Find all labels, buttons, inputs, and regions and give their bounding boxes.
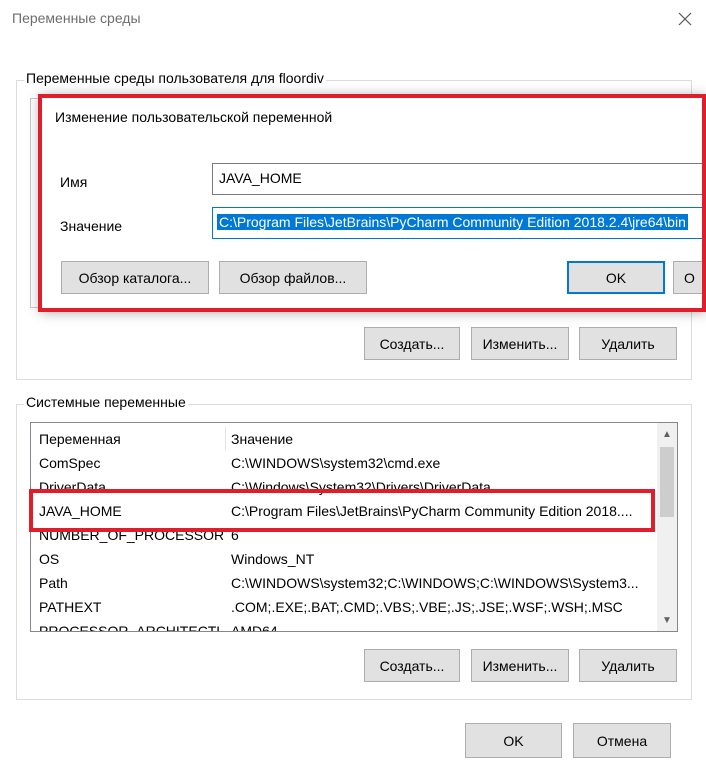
title-bar: Переменные среды (0, 0, 706, 40)
table-row[interactable]: ComSpec C:\WINDOWS\system32\cmd.exe (31, 451, 653, 475)
system-delete-button[interactable]: Удалить (579, 649, 677, 682)
ok-button[interactable]: OK (465, 723, 562, 758)
row-value: Windows_NT (231, 551, 315, 567)
row-name: PROCESSOR_ARCHITECTU... (39, 623, 223, 632)
close-icon[interactable] (672, 6, 698, 32)
row-name: OS (39, 551, 60, 567)
scroll-down-icon[interactable]: ▼ (657, 609, 677, 631)
row-name: ComSpec (39, 455, 101, 471)
system-create-button[interactable]: Создать... (364, 649, 460, 682)
vertical-scrollbar[interactable]: ▲ ▼ (657, 423, 677, 631)
table-row[interactable]: PROCESSOR_ARCHITECTU... AMD64 (31, 619, 653, 632)
column-divider[interactable] (225, 427, 226, 451)
row-name: PATHEXT (39, 599, 102, 615)
scroll-up-icon[interactable]: ▲ (657, 423, 677, 445)
list-header: Переменная Значение (31, 427, 653, 451)
table-row[interactable]: OS Windows_NT (31, 547, 653, 571)
column-header-name[interactable]: Переменная (39, 431, 223, 447)
row-value: C:\WINDOWS\system32;C:\WINDOWS;C:\WINDOW… (231, 575, 639, 591)
system-variables-label: Системные переменные (24, 394, 188, 410)
row-value: .COM;.EXE;.BAT;.CMD;.VBS;.VBE;.JS;.JSE;.… (231, 599, 623, 615)
user-delete-button[interactable]: Удалить (579, 327, 677, 360)
row-value: C:\WINDOWS\system32\cmd.exe (231, 455, 441, 471)
highlight-java-home-row (29, 489, 655, 532)
user-edit-button[interactable]: Изменить... (471, 327, 569, 360)
scroll-thumb[interactable] (660, 447, 674, 517)
cancel-button[interactable]: Отмена (573, 723, 671, 758)
table-row[interactable]: Path C:\WINDOWS\system32;C:\WINDOWS;C:\W… (31, 571, 653, 595)
window-title: Переменные среды (12, 10, 141, 26)
column-header-value[interactable]: Значение (231, 431, 651, 447)
system-edit-button[interactable]: Изменить... (471, 649, 569, 682)
table-row[interactable]: PATHEXT .COM;.EXE;.BAT;.CMD;.VBS;.VBE;.J… (31, 595, 653, 619)
highlight-edit-dialog (38, 94, 706, 312)
row-value: AMD64 (231, 623, 278, 632)
user-create-button[interactable]: Создать... (364, 327, 460, 360)
row-name: Path (39, 575, 68, 591)
user-variables-label: Переменные среды пользователя для floord… (24, 70, 326, 86)
